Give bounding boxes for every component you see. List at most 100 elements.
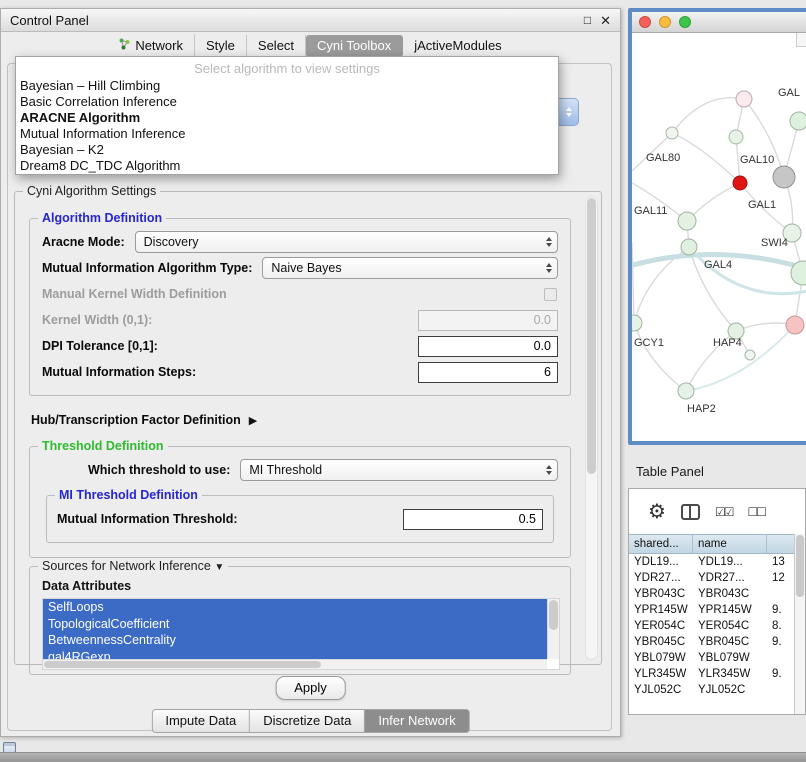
table-row[interactable]: YDR27...YDR27...12 [629,570,805,586]
up-arrow-icon [566,107,572,111]
node-label: GAL10 [740,154,774,166]
network-node[interactable] [736,91,752,107]
network-node[interactable] [666,127,678,139]
network-window-titlebar[interactable] [632,12,806,33]
tab-impute-data[interactable]: Impute Data [151,709,250,733]
table-row[interactable]: YBL079WYBL079W [629,650,805,666]
tab-network[interactable]: Network [108,34,195,57]
table-scrollbar[interactable] [794,534,805,714]
window-titlebar: Control Panel □ ✕ [1,9,620,32]
table-cell: YDR27... [693,572,767,584]
network-node[interactable] [786,316,804,334]
close-icon[interactable]: ✕ [600,14,611,27]
select-all-icon[interactable]: ☑☑ [715,505,733,519]
network-canvas[interactable]: GAL80GAL10GAL11GAL1SWI4GAL4GCY1HAP4HAP2G… [632,33,806,441]
network-node[interactable] [790,112,806,130]
algorithm-combobox-button[interactable] [559,98,579,126]
network-node[interactable] [678,212,696,230]
tab-select[interactable]: Select [247,35,306,57]
network-node[interactable] [733,176,747,190]
zoom-traffic-light[interactable] [679,16,691,28]
node-label: GAL80 [646,152,680,164]
algorithm-option[interactable]: Bayesian – Hill Climbing [16,78,558,94]
data-attributes-list[interactable]: SelfLoopsTopologicalCoefficientBetweenne… [42,598,560,670]
data-attributes-label: Data Attributes [42,579,560,593]
node-label: GAL4 [704,259,732,271]
list-vertical-scrollbar[interactable] [547,599,559,659]
gear-icon[interactable]: ⚙ [648,502,666,522]
data-attribute-item[interactable]: TopologicalCoefficient [43,616,547,633]
network-node[interactable] [745,350,755,360]
algorithm-option[interactable]: ARACNE Algorithm [16,110,558,126]
table-cell: YLR345W [629,668,693,680]
close-traffic-light[interactable] [639,16,651,28]
table-row[interactable]: YBR043CYBR043C [629,586,805,602]
table-row[interactable]: YJL052CYJL052C [629,682,805,698]
which-threshold-select[interactable]: MI Threshold [240,459,558,481]
table-row[interactable]: YDL19...YDL19...13 [629,554,805,570]
manual-kernel-checkbox[interactable] [544,288,557,301]
apply-button[interactable]: Apply [275,676,346,700]
network-node[interactable] [773,166,795,188]
status-bar [0,752,806,762]
tab-infer-network[interactable]: Infer Network [365,709,469,733]
columns-icon[interactable] [681,504,700,520]
network-node[interactable] [632,315,642,331]
network-node[interactable] [681,239,697,255]
kernel-width-row: Kernel Width (0,1): 0.0 [42,309,558,331]
settings-scrollbar[interactable] [585,196,598,660]
bottom-tabs: Impute Data Discretize Data Infer Networ… [151,709,469,733]
table-row[interactable]: YER054CYER054C8. [629,618,805,634]
mi-type-row: Mutual Information Algorithm Type: Naive… [42,257,558,279]
algorithm-option[interactable]: Dream8 DC_TDC Algorithm [16,158,558,174]
list-horizontal-scrollbar[interactable] [43,659,547,669]
data-attribute-item[interactable]: SelfLoops [43,599,547,616]
aracne-mode-value: Discovery [144,235,199,249]
algorithm-option[interactable]: Mutual Information Inference [16,126,558,142]
expand-arrow-icon: ▶ [249,414,257,427]
mi-threshold-field[interactable]: 0.5 [403,509,543,530]
threshold-definition-title: Threshold Definition [38,439,168,453]
algorithm-option[interactable]: Basic Correlation Inference [16,94,558,110]
scrollbar-thumb[interactable] [587,198,596,474]
tab-discretize-data[interactable]: Discretize Data [250,709,365,733]
hub-definition-toggle[interactable]: Hub/Transcription Factor Definition ▶ [31,410,571,430]
table-row[interactable]: YPR145WYPR145W9. [629,602,805,618]
node-label: SWI4 [761,237,788,249]
network-edge [632,243,634,323]
column-header[interactable]: shared... [629,535,693,553]
algorithm-option[interactable]: Bayesian – K2 [16,142,558,158]
network-node[interactable] [729,130,743,144]
column-header[interactable]: name [693,535,767,553]
table-panel-window: ⚙ ☑☑ ☐☐ shared... name YDL19...YDL19...1… [628,488,806,715]
float-window-icon[interactable]: □ [584,14,591,27]
tab-cyni-toolbox[interactable]: Cyni Toolbox [306,35,403,57]
tab-jactivemodules[interactable]: jActiveModules [403,35,512,57]
algorithm-dropdown-popup: Select algorithm to view settings Bayesi… [15,56,559,175]
table-panel-title: Table Panel [636,464,704,479]
cyni-algorithm-settings-group: Cyni Algorithm Settings Algorithm Defini… [14,191,602,665]
aracne-mode-select[interactable]: Discovery [135,231,558,253]
mi-threshold-group: MI Threshold Definition Mutual Informati… [46,495,554,543]
updown-arrows-icon [541,263,552,273]
sources-toggle[interactable]: Sources for Network Inference ▼ [38,559,228,573]
popup-prompt: Select algorithm to view settings [16,59,558,78]
data-attribute-item[interactable]: BetweennessCentrality [43,632,547,649]
algorithm-options-list: Bayesian – Hill ClimbingBasic Correlatio… [16,78,558,174]
tab-label: jActiveModules [414,39,501,53]
dpi-tolerance-field[interactable]: 0.0 [418,336,558,357]
tab-style[interactable]: Style [195,35,247,57]
mi-steps-field[interactable]: 6 [418,362,558,383]
table-row[interactable]: YBR045CYBR045C9. [629,634,805,650]
minimize-traffic-light[interactable] [659,16,671,28]
mi-type-select[interactable]: Naive Bayes [262,257,558,279]
aracne-mode-label: Aracne Mode: [42,235,125,249]
table-row[interactable]: YLR345WYLR345W9. [629,666,805,682]
deselect-all-icon[interactable]: ☐☐ [747,505,765,519]
tab-label: Select [258,39,294,53]
threshold-definition-group: Threshold Definition Which threshold to … [29,446,571,558]
scrollbar-thumb[interactable] [796,535,804,597]
manual-kernel-row: Manual Kernel Width Definition [42,283,558,305]
network-node[interactable] [678,383,694,399]
table-cell: YER054C [693,620,767,632]
